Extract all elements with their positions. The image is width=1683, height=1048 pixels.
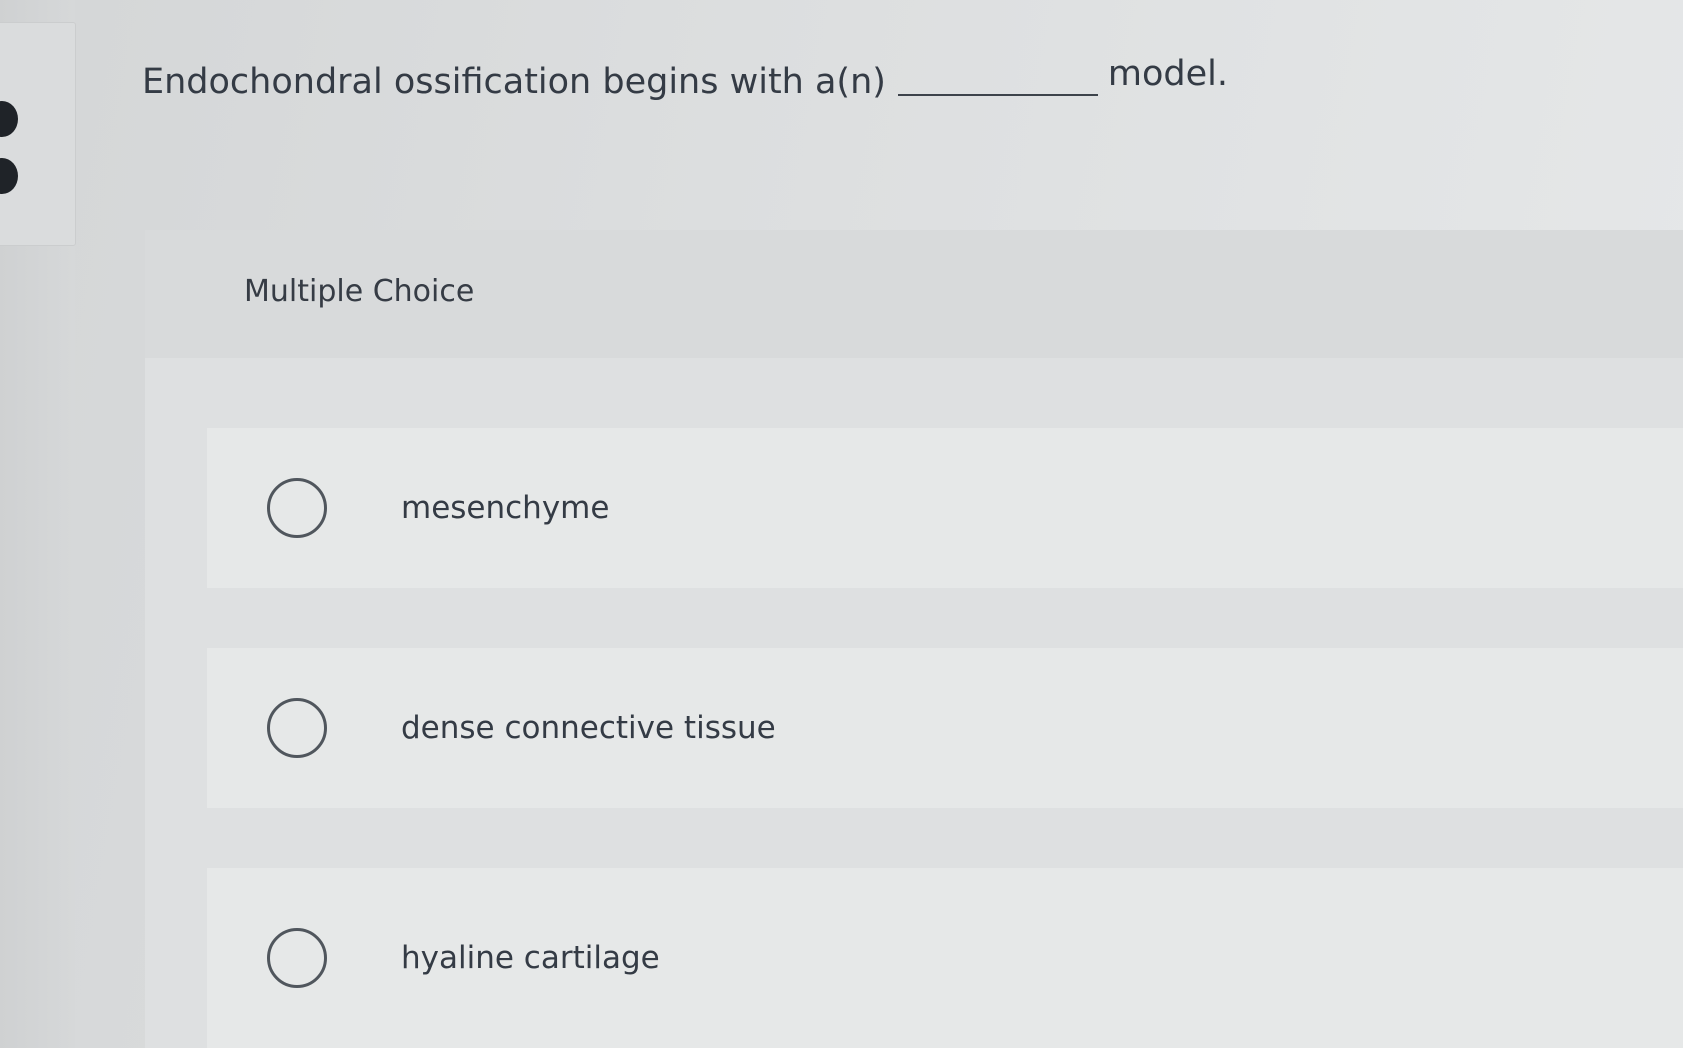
- choice-label: dense connective tissue: [401, 710, 776, 746]
- choice-option[interactable]: mesenchyme: [207, 428, 1683, 588]
- nav-marker-icon[interactable]: [0, 101, 18, 137]
- choice-label: hyaline cartilage: [401, 940, 660, 976]
- question-text-before: Endochondral ossification begins with a(…: [142, 62, 886, 102]
- nav-marker-icon[interactable]: [0, 158, 18, 194]
- question-prompt: Endochondral ossification begins with a(…: [142, 54, 1228, 102]
- radio-button-unchecked-icon[interactable]: [267, 928, 327, 988]
- choice-option[interactable]: hyaline cartilage: [207, 868, 1683, 1048]
- fill-in-blank: [897, 66, 1098, 96]
- question-nav-panel: [0, 22, 76, 246]
- question-text-after: model.: [1107, 54, 1229, 94]
- radio-button-unchecked-icon[interactable]: [267, 478, 327, 538]
- radio-button-unchecked-icon[interactable]: [267, 698, 327, 758]
- choice-label: mesenchyme: [401, 490, 610, 526]
- multiple-choice-label: Multiple Choice: [244, 274, 475, 309]
- choice-option[interactable]: dense connective tissue: [207, 648, 1683, 808]
